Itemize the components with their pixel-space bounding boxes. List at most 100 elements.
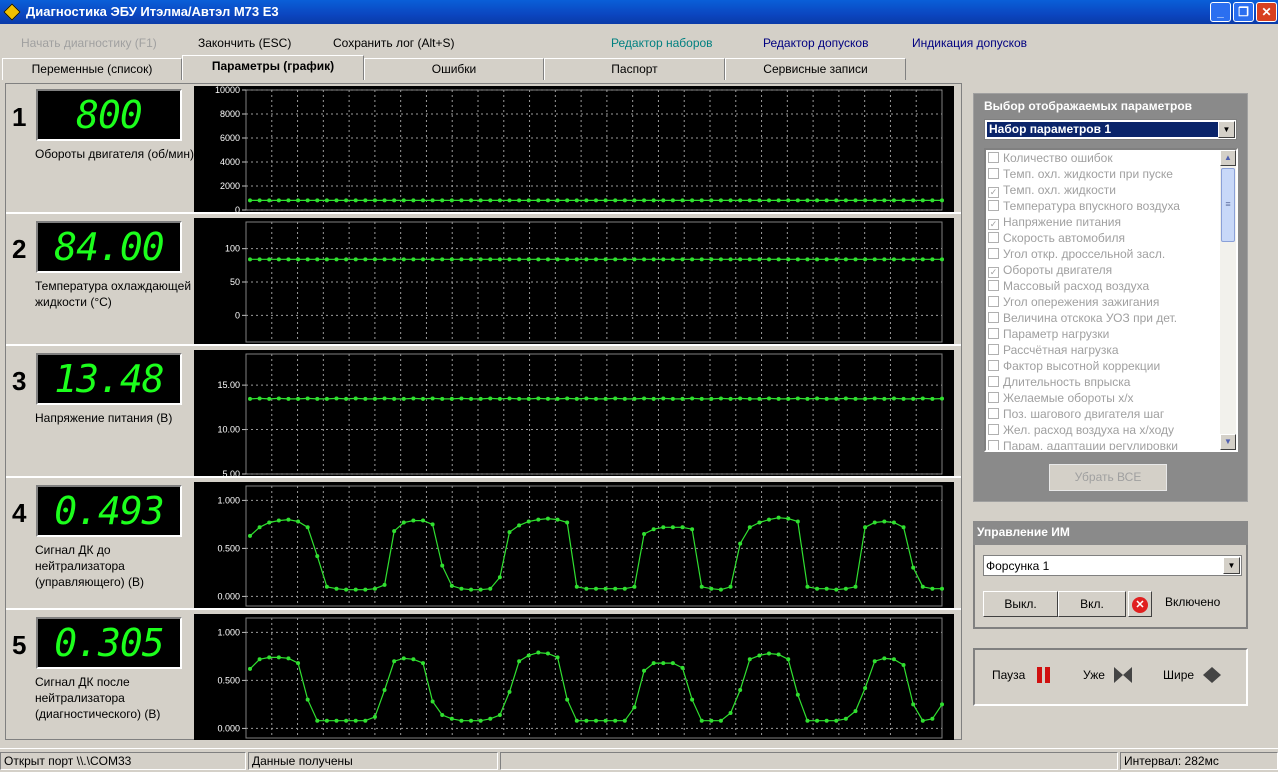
stop-actuator-button[interactable]: ✕ (1128, 591, 1152, 617)
data-point (363, 257, 368, 262)
parameter-checkbox[interactable] (988, 152, 999, 163)
parameter-item[interactable]: Жел. расход воздуха на х/ходу (988, 423, 1174, 439)
close-button[interactable]: ✕ (1256, 2, 1277, 22)
tab-variables[interactable]: Переменные (список) (2, 58, 182, 80)
scroll-thumb[interactable]: ≡ (1221, 168, 1235, 242)
tab-passport[interactable]: Паспорт (544, 58, 725, 80)
parameter-item[interactable]: Рассчётная нагрузка (988, 343, 1119, 359)
scroll-up-icon[interactable]: ▲ (1220, 150, 1236, 166)
parameter-item[interactable]: Поз. шагового двигателя шаг (988, 407, 1164, 423)
parameter-checkbox[interactable] (988, 424, 999, 435)
data-point (440, 396, 445, 401)
parameter-checkbox[interactable] (988, 296, 999, 307)
parameter-item[interactable]: Длительность впрыска (988, 375, 1130, 391)
start-diagnostics-button[interactable]: Начать диагностику (F1) (21, 36, 157, 50)
parameter-item[interactable]: Количество ошибок (988, 151, 1113, 167)
parameter-item[interactable]: ✓ Обороты двигателя (988, 263, 1112, 279)
narrow-button[interactable]: Уже (1083, 667, 1133, 683)
parameter-item[interactable]: Фактор высотной коррекции (988, 359, 1160, 375)
parameter-checkbox[interactable]: ✓ (988, 267, 999, 278)
stop-button[interactable]: Закончить (ESC) (198, 36, 291, 50)
chevron-down-icon[interactable]: ▼ (1223, 557, 1240, 574)
data-point (286, 656, 291, 661)
parameter-item[interactable]: Темп. охл. жидкости при пуске (988, 167, 1173, 183)
data-point (257, 525, 262, 530)
tab-graphs[interactable]: Параметры (график) (182, 55, 364, 80)
parameter-item[interactable]: ✓ Темп. охл. жидкости (988, 183, 1116, 199)
tab-errors[interactable]: Ошибки (364, 58, 544, 80)
data-point (680, 396, 685, 401)
data-point (613, 257, 618, 262)
data-point (497, 712, 502, 717)
data-point (334, 396, 339, 401)
parameter-checkbox[interactable] (988, 200, 999, 211)
data-point (248, 396, 252, 401)
parameter-item[interactable]: ✓ Напряжение питания (988, 215, 1121, 231)
parameter-checkbox[interactable]: ✓ (988, 219, 999, 230)
off-button[interactable]: Выкл. (983, 591, 1058, 617)
parameter-checkbox[interactable] (988, 168, 999, 179)
data-point (594, 257, 598, 262)
parameter-checkbox[interactable] (988, 248, 999, 259)
parameter-set-select[interactable]: Набор параметров 1 ▼ (984, 119, 1237, 140)
data-point (613, 396, 618, 401)
data-point (613, 718, 618, 723)
data-point (853, 257, 858, 262)
wide-icon (1203, 667, 1222, 683)
scroll-down-icon[interactable]: ▼ (1220, 434, 1236, 450)
parameter-checkbox[interactable] (988, 312, 999, 323)
parameter-checkbox[interactable] (988, 328, 999, 339)
parameter-item[interactable]: Величина отскока УОЗ при дет. (988, 311, 1177, 327)
data-point (776, 257, 781, 262)
data-point (911, 565, 916, 570)
parameter-item[interactable]: Скорость автомобиля (988, 231, 1125, 247)
remove-all-button[interactable]: Убрать ВСЕ (1049, 464, 1167, 491)
actuator-select[interactable]: Форсунка 1 ▼ (983, 555, 1242, 576)
data-point (651, 257, 656, 262)
data-point (891, 257, 896, 262)
minimize-button[interactable]: _ (1210, 2, 1231, 22)
tolerance-editor-link[interactable]: Редактор допусков (763, 36, 868, 50)
data-point (286, 396, 291, 401)
tolerance-indication-link[interactable]: Индикация допусков (912, 36, 1027, 50)
parameter-item[interactable]: Угол откр. дроссельной засл. (988, 247, 1165, 263)
maximize-button[interactable]: ❐ (1233, 2, 1254, 22)
data-point (747, 657, 752, 662)
graph-number: 3 (12, 366, 27, 396)
data-point (680, 257, 685, 262)
wide-button[interactable]: Шире (1163, 667, 1222, 683)
data-point (651, 527, 656, 532)
parameter-item[interactable]: Температура впускного воздуха (988, 199, 1180, 215)
parameter-checkbox[interactable] (988, 360, 999, 371)
data-point (709, 198, 714, 203)
parameter-checkbox[interactable] (988, 440, 999, 450)
parameter-checkbox[interactable] (988, 344, 999, 355)
data-point (353, 587, 358, 592)
save-log-button[interactable]: Сохранить лог (Alt+S) (333, 36, 455, 50)
pause-button[interactable]: Пауза (992, 667, 1050, 683)
sets-editor-link[interactable]: Редактор наборов (611, 36, 713, 50)
list-scrollbar[interactable]: ▲ ≡ ▼ (1220, 150, 1236, 450)
chevron-down-icon[interactable]: ▼ (1218, 121, 1235, 138)
parameter-checkbox[interactable]: ✓ (988, 187, 999, 198)
parameter-checkbox[interactable] (988, 280, 999, 291)
data-point (584, 257, 589, 262)
parameter-item[interactable]: Параметр нагрузки (988, 327, 1109, 343)
tick-label: 2000 (220, 181, 240, 191)
data-point (392, 198, 397, 203)
tab-service-records[interactable]: Сервисные записи (725, 58, 906, 80)
data-point (248, 257, 252, 262)
parameter-checkbox[interactable] (988, 232, 999, 243)
on-button[interactable]: Вкл. (1058, 591, 1126, 617)
parameter-checkbox[interactable] (988, 392, 999, 403)
data-point (805, 584, 810, 589)
graph-row-2: 2 84.00 Температура охлаждающей жидкости… (6, 216, 961, 346)
parameter-checkbox[interactable] (988, 408, 999, 419)
parameter-item[interactable]: Парам. адаптации регулировки (988, 439, 1178, 450)
parameter-label: Желаемые обороты х/х (1003, 391, 1134, 405)
parameter-item[interactable]: Угол опережения зажигания (988, 295, 1159, 311)
parameter-item[interactable]: Желаемые обороты х/х (988, 391, 1134, 407)
parameter-checkbox[interactable] (988, 376, 999, 387)
parameter-name: Температура охлаждающей жидкости (°С) (35, 279, 192, 309)
parameter-item[interactable]: Массовый расход воздуха (988, 279, 1149, 295)
